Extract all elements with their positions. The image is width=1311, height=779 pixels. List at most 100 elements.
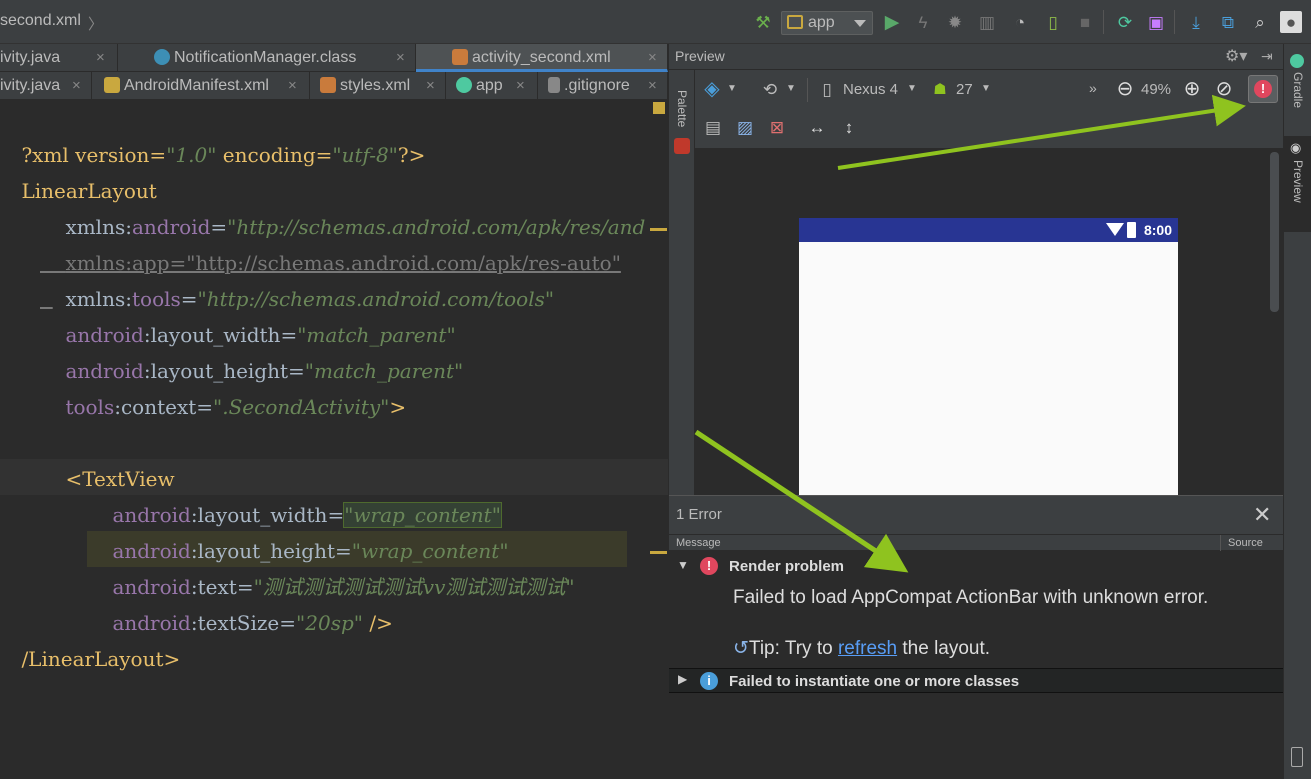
code-line: android:layout_height="match_parent" (65, 359, 464, 383)
preview-title: Preview (675, 48, 725, 64)
zoom-out-icon[interactable]: ⊖ (1114, 78, 1136, 100)
wifi-icon (1106, 223, 1124, 236)
tab-activity-java-1[interactable]: ivity.java × (0, 44, 118, 72)
refresh-link[interactable]: refresh (838, 638, 897, 659)
code-line: android:textSize="20sp" /> (112, 611, 393, 635)
manifest-file-icon (104, 77, 120, 93)
error-title: Render problem (729, 558, 845, 575)
close-icon[interactable]: × (72, 72, 81, 100)
breadcrumb-file[interactable]: second.xml (0, 12, 81, 30)
phone-status-bar: 8:00 (799, 218, 1178, 242)
chevron-down-icon[interactable]: ▼ (786, 83, 796, 94)
editor-tab-row-1: ivity.java × NotificationManager.class ×… (0, 44, 668, 72)
column-header-message[interactable]: Message (676, 535, 721, 551)
code-line: LinearLayout (21, 179, 157, 203)
device-file-icon[interactable] (1291, 747, 1303, 767)
code-line: xmlns:tools="http://schemas.android.com/… (65, 287, 555, 311)
tab-styles-xml[interactable]: styles.xml × (310, 72, 446, 100)
preview-tab-active[interactable]: ◉ Preview (1284, 136, 1311, 232)
user-icon[interactable]: ● (1280, 11, 1302, 33)
code-line: ?xml version="1.0" encoding="utf-8"?> (21, 143, 426, 167)
xml-file-icon (452, 49, 468, 65)
warning-stripe-marker (653, 102, 665, 114)
stop-icon[interactable]: ■ (1074, 11, 1096, 33)
tab-app-module[interactable]: app × (446, 72, 538, 100)
expand-horizontal-icon[interactable]: ↔ (806, 116, 828, 138)
error-icon: ! (700, 557, 718, 575)
more-icon[interactable]: » (1089, 80, 1097, 96)
layers-icon[interactable]: ◈ (701, 78, 723, 100)
sdk-download-icon[interactable]: ⤓ (1185, 11, 1207, 33)
design-surface-icon[interactable]: ▤ (702, 116, 724, 138)
preview-scrollbar[interactable] (1270, 152, 1279, 312)
tab-android-manifest[interactable]: AndroidManifest.xml × (92, 72, 310, 100)
zoom-in-icon[interactable]: ⊕ (1181, 78, 1203, 100)
chevron-down-icon[interactable]: ▼ (727, 83, 737, 94)
device-select[interactable]: Nexus 4 (843, 81, 898, 98)
text-file-icon (548, 77, 560, 93)
close-icon[interactable]: × (648, 44, 657, 72)
tab-activity-second-xml[interactable]: activity_second.xml × (416, 44, 668, 72)
code-editor[interactable]: ?xml version="1.0" encoding="utf-8"?> Li… (0, 100, 668, 779)
xml-file-icon (320, 77, 336, 93)
close-icon[interactable]: × (288, 72, 297, 100)
palette-tab-label[interactable]: Palette (675, 90, 689, 127)
orientation-icon[interactable]: ⟲ (759, 78, 781, 100)
close-icon[interactable]: × (396, 44, 405, 72)
apply-changes-icon[interactable]: ϟ (912, 11, 934, 33)
info-icon: i (700, 672, 718, 690)
close-icon[interactable]: × (426, 72, 435, 100)
sync-gradle-icon[interactable]: ⟳ (1114, 11, 1136, 33)
profile-icon[interactable]: ▥ (976, 11, 998, 33)
error-item-render-problem[interactable]: ▼ ! Render problem (669, 556, 1283, 578)
device-monitor-icon[interactable]: ◔ (1009, 11, 1031, 33)
hide-panel-icon[interactable]: ⇥ (1261, 44, 1273, 69)
clear-constraints-icon[interactable]: ⊠ (766, 116, 788, 138)
hammer-icon[interactable]: ⚒ (752, 11, 774, 33)
close-icon[interactable]: × (648, 72, 657, 100)
error-item-instantiate[interactable]: ▶ i Failed to instantiate one or more cl… (669, 668, 1283, 693)
tab-gitignore[interactable]: .gitignore × (538, 72, 668, 100)
expand-vertical-icon[interactable]: ↕ (838, 116, 860, 138)
tab-activity-java-2[interactable]: ivity.java × (0, 72, 92, 100)
palette-strip[interactable]: Palette (669, 70, 695, 495)
api-level-select[interactable]: 27 (956, 81, 973, 98)
chevron-down-icon[interactable]: ▼ (981, 83, 991, 94)
error-message: Failed to load AppCompat ActionBar with … (733, 587, 1209, 608)
run-icon[interactable]: ▶ (881, 11, 903, 33)
close-icon[interactable]: × (516, 72, 525, 100)
gear-icon[interactable]: ⚙▾ (1225, 44, 1247, 69)
search-icon[interactable]: ⌕ (1249, 11, 1271, 33)
zoom-fit-icon[interactable]: ⊘ (1213, 78, 1235, 100)
chevron-down-icon (854, 20, 866, 27)
error-count: 1 Error (676, 506, 722, 523)
run-config-select[interactable]: app (781, 11, 873, 35)
gradle-tab[interactable]: Gradle (1291, 72, 1305, 108)
blueprint-icon[interactable]: ▨ (734, 116, 756, 138)
error-indicator-button[interactable]: ! (1248, 75, 1278, 103)
code-line: <TextView (65, 467, 175, 491)
tab-notification-manager[interactable]: NotificationManager.class × (118, 44, 416, 72)
expand-triangle-icon[interactable]: ▶ (678, 672, 687, 686)
close-icon[interactable]: × (96, 44, 105, 72)
collapse-triangle-icon[interactable]: ▼ (677, 558, 689, 572)
close-icon[interactable]: ✕ (1253, 496, 1271, 534)
toolbar-divider (1103, 10, 1104, 34)
code-line: android:layout_height="wrap_content" (112, 539, 509, 563)
warning-stripe-marker (650, 228, 667, 231)
attach-debugger-icon[interactable]: ▯ (1042, 11, 1064, 33)
preview-header: Preview ⚙▾ ⇥ (669, 44, 1283, 70)
sdk-manager-icon[interactable]: ▣ (1145, 11, 1167, 33)
chevron-down-icon[interactable]: ▼ (907, 83, 917, 94)
error-tip: ↺Tip: Try to refresh the layout. (733, 638, 991, 659)
error-table-header: Message Source (669, 534, 1283, 551)
device-preview[interactable]: 8:00 (799, 218, 1178, 495)
column-header-source[interactable]: Source (1228, 535, 1263, 551)
code-line: xmlns:android="http://schemas.android.co… (65, 215, 646, 239)
project-structure-icon[interactable]: ⧉ (1217, 11, 1239, 33)
phone-icon[interactable]: ▯ (816, 78, 838, 100)
main-toolbar: second.xml 〉 ⚒ app ▶ ϟ ✹ ▥ ◔ ▯ ■ ⟳ ▣ ⤓ ⧉… (0, 0, 1311, 44)
debug-icon[interactable]: ✹ (944, 11, 966, 33)
android-icon[interactable]: ☗ (929, 78, 951, 100)
code-line: /LinearLayout> (21, 647, 181, 671)
